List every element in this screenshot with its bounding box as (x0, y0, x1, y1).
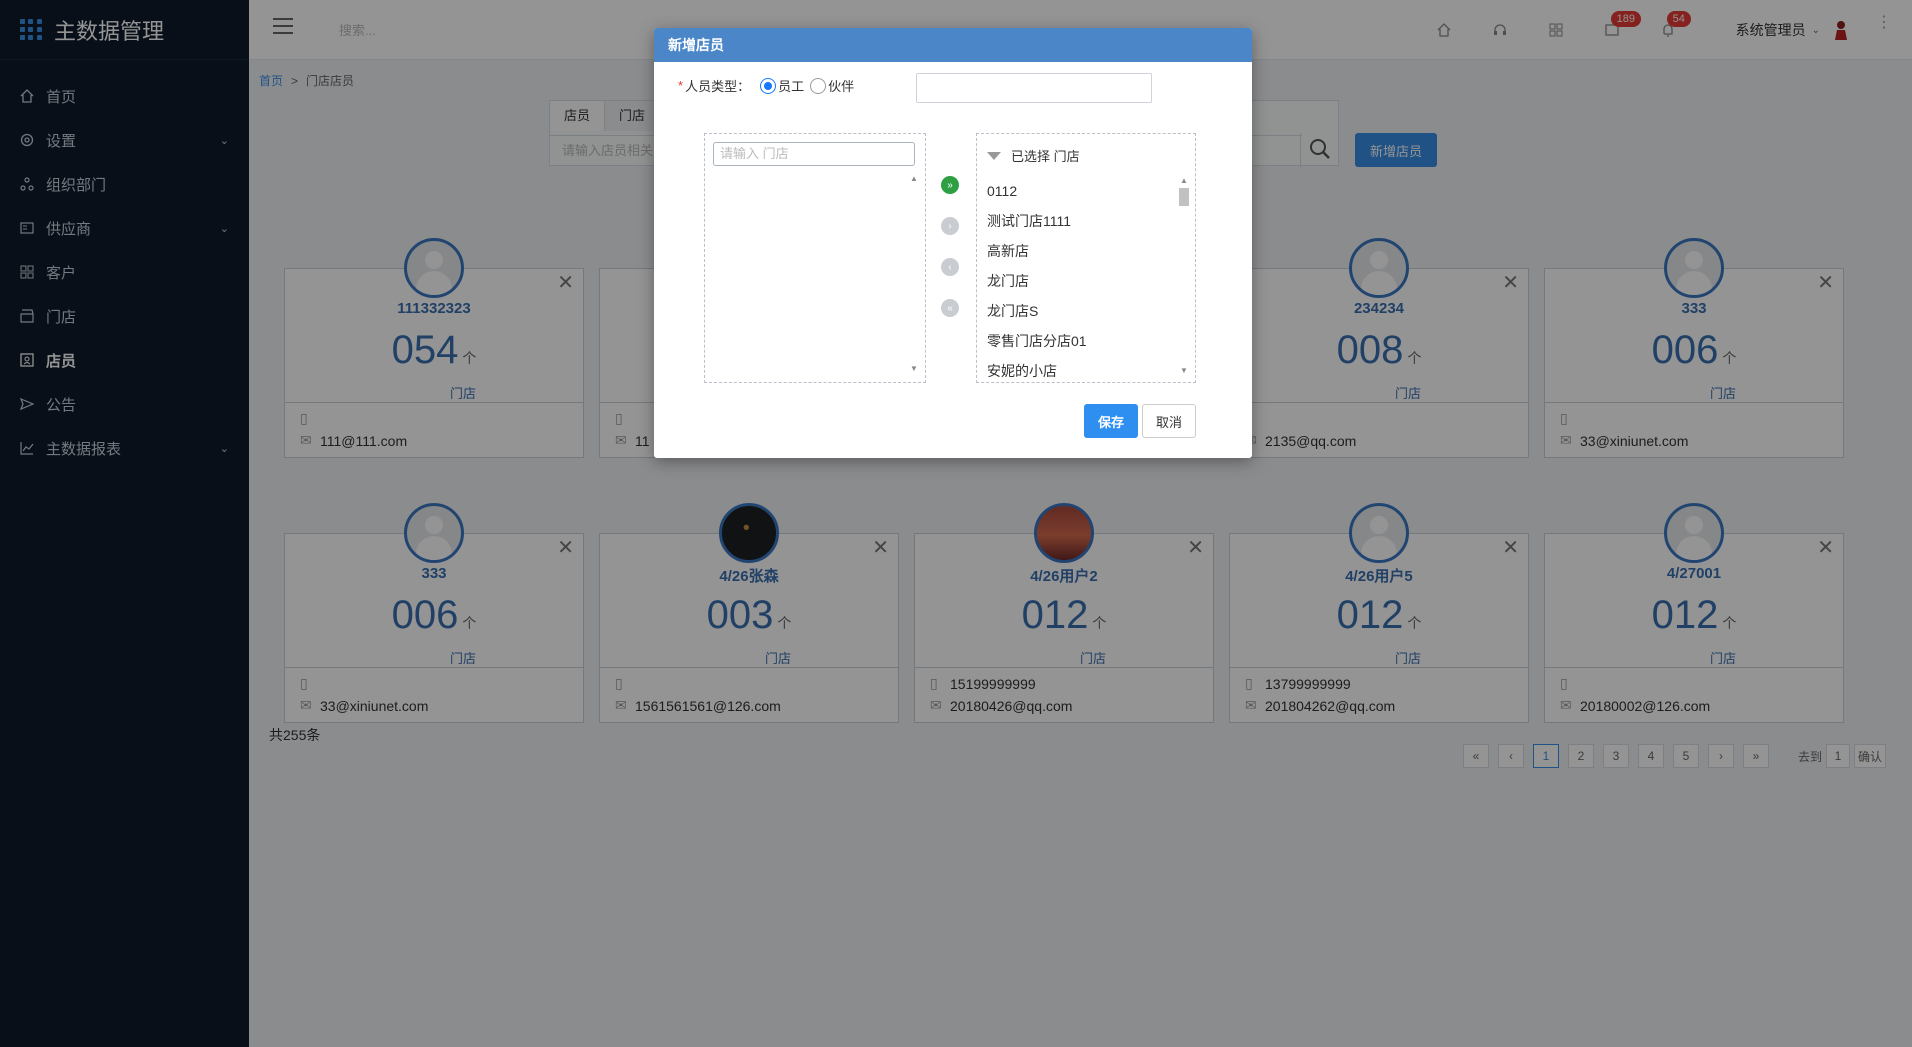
scrollbar[interactable]: ▲ ▼ (1179, 176, 1189, 376)
list-item[interactable]: 测试门店1111 (987, 206, 1167, 236)
store-search-input[interactable]: 请输入 门店 (713, 142, 915, 166)
move-left-icon[interactable]: ‹ (941, 258, 959, 276)
dialog-title: 新增店员 (654, 28, 1252, 62)
person-input[interactable] (916, 73, 1152, 103)
radio-employee-label: 员工 (778, 79, 805, 94)
transfer-controls: » › ‹ « (941, 176, 965, 340)
radio-partner-label: 伙伴 (828, 79, 855, 94)
selected-header[interactable]: 已选择 门店 (987, 146, 1080, 165)
list-item[interactable]: 安妮的小店 (987, 356, 1167, 386)
list-item[interactable]: 零售门店分店01 (987, 326, 1167, 356)
person-type-label: 人员类型： (685, 79, 751, 94)
available-stores-panel: 请输入 门店 ▲ ▼ (704, 133, 926, 383)
scrollbar[interactable]: ▲ ▼ (909, 174, 919, 374)
save-button[interactable]: 保存 (1084, 404, 1138, 438)
person-type-row: * 人员类型： 员工 伙伴 (678, 77, 855, 94)
add-clerk-dialog: 新增店员 * 人员类型： 员工 伙伴 请输入 门店 ▲ ▼ » › ‹ « 已选… (654, 28, 1252, 458)
move-all-right-icon[interactable]: » (941, 176, 959, 194)
radio-partner[interactable] (810, 77, 827, 94)
list-item[interactable]: 龙门店 (987, 266, 1167, 296)
radio-employee[interactable] (760, 77, 777, 94)
list-item[interactable]: 高新店 (987, 236, 1167, 266)
move-all-left-icon[interactable]: « (941, 299, 959, 317)
selected-store-list: 0112 测试门店1111 高新店 龙门店 龙门店S 零售门店分店01 安妮的小… (987, 176, 1167, 386)
cancel-button[interactable]: 取消 (1142, 404, 1196, 438)
triangle-down-icon (987, 151, 1001, 160)
list-item[interactable]: 0112 (987, 176, 1167, 206)
list-item[interactable]: 龙门店S (987, 296, 1167, 326)
selected-stores-panel: 已选择 门店 0112 测试门店1111 高新店 龙门店 龙门店S 零售门店分店… (976, 133, 1196, 383)
dialog-buttons: 保存 取消 (1084, 404, 1196, 438)
move-right-icon[interactable]: › (941, 217, 959, 235)
